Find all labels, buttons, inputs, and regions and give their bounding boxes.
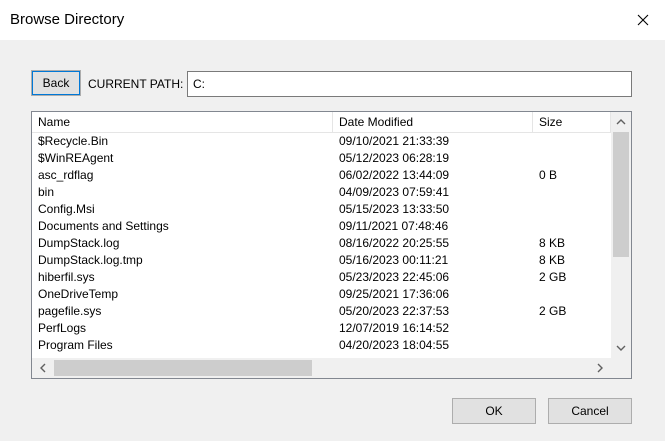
size-cell	[533, 218, 611, 235]
table-row[interactable]: PerfLogs 12/07/2019 16:14:52	[32, 320, 611, 337]
scrollbar-corner	[611, 358, 631, 378]
column-header-date-modified[interactable]: Date Modified	[333, 112, 533, 132]
date-modified-cell: 09/11/2021 07:48:46	[339, 219, 449, 233]
date-modified-cell: 04/09/2023 07:59:41	[339, 185, 450, 199]
list-rows: $Recycle.Bin 09/10/2021 21:33:39 $WinREAge…	[32, 133, 611, 354]
size-cell	[533, 286, 611, 303]
chevron-left-icon	[40, 363, 46, 373]
ok-button[interactable]: OK	[452, 398, 536, 424]
table-row[interactable]: $Recycle.Bin 09/10/2021 21:33:39	[32, 133, 611, 150]
table-row[interactable]: pagefile.sys 05/20/2023 22:37:53 2 GB	[32, 303, 611, 320]
vertical-scrollbar[interactable]	[611, 112, 631, 358]
vertical-scroll-thumb[interactable]	[613, 132, 629, 257]
file-name-cell: pagefile.sys	[38, 304, 102, 318]
chevron-up-icon	[616, 119, 626, 125]
date-modified-cell: 05/23/2023 22:45:06	[339, 270, 450, 284]
close-button[interactable]	[627, 6, 659, 34]
date-modified-cell: 09/10/2021 21:33:39	[339, 134, 450, 148]
table-row[interactable]: OneDriveTemp 09/25/2021 17:36:06	[32, 286, 611, 303]
table-row[interactable]: bin 04/09/2023 07:59:41	[32, 184, 611, 201]
date-modified-cell: 12/07/2019 16:14:52	[339, 321, 450, 335]
date-modified-cell: 09/25/2021 17:36:06	[339, 287, 450, 301]
date-modified-cell: 06/02/2022 13:44:09	[339, 168, 450, 182]
size-cell: 8 KB	[539, 253, 566, 267]
horizontal-scrollbar[interactable]	[32, 358, 611, 378]
file-name-cell: $Recycle.Bin	[38, 134, 109, 148]
file-name-cell: hiberfil.sys	[38, 270, 95, 284]
column-header-size[interactable]: Size	[533, 112, 611, 132]
table-row[interactable]: Program Files 04/20/2023 18:04:55	[32, 337, 611, 354]
size-cell: 2 GB	[539, 304, 567, 318]
column-header-name[interactable]: Name	[32, 112, 333, 132]
size-cell: 2 GB	[539, 270, 567, 284]
directory-list[interactable]: Name Date Modified Size $Recycle.Bin 09/1…	[31, 111, 632, 379]
size-cell	[533, 201, 611, 218]
horizontal-scroll-thumb[interactable]	[54, 360, 312, 376]
table-row[interactable]: asc_rdflag 06/02/2022 13:44:09 0 B	[32, 167, 611, 184]
list-header: Name Date Modified Size	[32, 112, 611, 133]
scroll-right-button[interactable]	[590, 359, 610, 377]
file-name-cell: bin	[38, 185, 55, 199]
table-row[interactable]: $WinREAgent 05/12/2023 06:28:19	[32, 150, 611, 167]
file-name-cell: DumpStack.log	[38, 236, 120, 250]
size-cell	[533, 150, 611, 167]
title-bar: Browse Directory	[0, 0, 665, 40]
window-title: Browse Directory	[10, 11, 125, 28]
file-name-cell: OneDriveTemp	[38, 287, 119, 301]
cancel-button[interactable]: Cancel	[548, 398, 632, 424]
scroll-up-button[interactable]	[611, 113, 631, 131]
file-name-cell: $WinREAgent	[38, 151, 114, 165]
file-name-cell: Config.Msi	[38, 202, 95, 216]
size-cell: 0 B	[539, 168, 558, 182]
scroll-left-button[interactable]	[33, 359, 53, 377]
size-cell	[533, 184, 611, 201]
close-icon	[637, 14, 649, 26]
chevron-right-icon	[597, 363, 603, 373]
date-modified-cell: 04/20/2023 18:04:55	[339, 338, 450, 352]
table-row[interactable]: Config.Msi 05/15/2023 13:33:50	[32, 201, 611, 218]
size-cell: 8 KB	[539, 236, 566, 250]
file-name-cell: PerfLogs	[38, 321, 87, 335]
size-cell	[533, 133, 611, 150]
chevron-down-icon	[616, 345, 626, 351]
table-row[interactable]: hiberfil.sys 05/23/2023 22:45:06 2 GB	[32, 269, 611, 286]
file-name-cell: Program Files	[38, 338, 113, 352]
date-modified-cell: 08/16/2022 20:25:55	[339, 236, 450, 250]
date-modified-cell: 05/16/2023 00:11:21	[339, 253, 449, 267]
table-row[interactable]: DumpStack.log 08/16/2022 20:25:55 8 KB	[32, 235, 611, 252]
file-name-cell: Documents and Settings	[38, 219, 169, 233]
date-modified-cell: 05/20/2023 22:37:53	[339, 304, 450, 318]
current-path-label: CURRENT PATH:	[88, 77, 184, 91]
table-row[interactable]: Documents and Settings 09/11/2021 07:48:4…	[32, 218, 611, 235]
date-modified-cell: 05/15/2023 13:33:50	[339, 202, 450, 216]
date-modified-cell: 05/12/2023 06:28:19	[339, 151, 450, 165]
scroll-down-button[interactable]	[611, 339, 631, 357]
size-cell	[533, 337, 611, 354]
table-row[interactable]: DumpStack.log.tmp 05/16/2023 00:11:21 8 KB	[32, 252, 611, 269]
file-name-cell: asc_rdflag	[38, 168, 94, 182]
back-button[interactable]: Back	[31, 70, 81, 96]
file-name-cell: DumpStack.log.tmp	[38, 253, 143, 267]
current-path-input[interactable]	[187, 71, 632, 97]
size-cell	[533, 320, 611, 337]
